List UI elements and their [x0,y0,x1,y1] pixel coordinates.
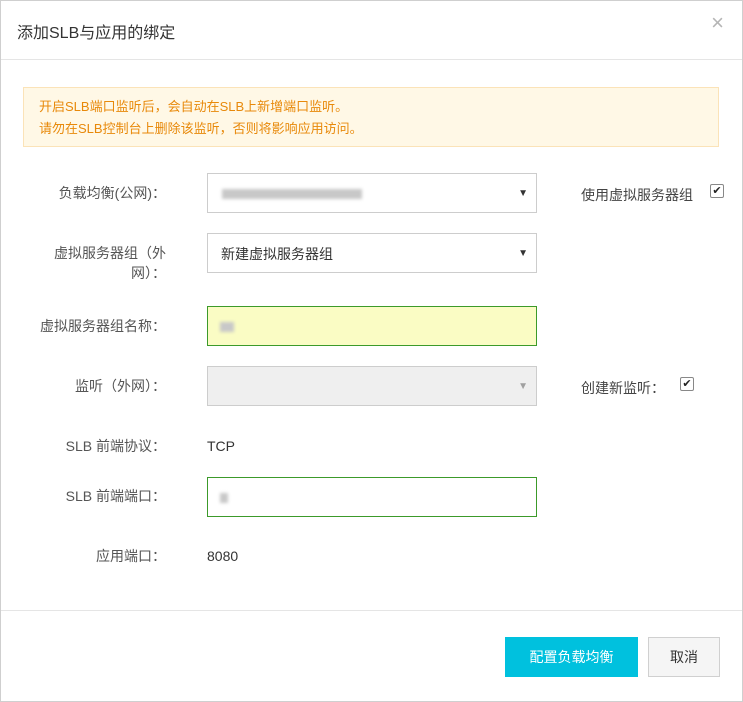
caret-down-icon: ▼ [518,381,528,392]
vsg-select[interactable]: 新建虚拟服务器组 ▼ [207,233,537,273]
create-listener-checkbox[interactable]: ✔ [680,377,694,391]
notice-line-2: 请勿在SLB控制台上删除该监听，否则将影响应用访问。 [39,121,363,136]
dialog-footer [1,610,742,611]
cancel-button[interactable]: 取消 [648,637,720,677]
dialog-header: 添加SLB与应用的绑定 × [1,1,742,60]
app-port-label: 应用端口： [96,548,166,564]
configure-slb-button[interactable]: 配置负载均衡 [505,637,638,677]
vsg-label-line-1: 虚拟服务器组（外 [54,245,166,261]
front-port-label: SLB 前端端口： [65,488,166,504]
listener-label: 监听（外网）： [75,378,166,394]
front-port-input[interactable] [207,477,537,517]
warning-notice: 开启SLB端口监听后，会自动在SLB上新增端口监听。 请勿在SLB控制台上删除该… [23,87,719,147]
vsg-name-value-obscured [220,322,234,332]
notice-line-1: 开启SLB端口监听后，会自动在SLB上新增端口监听。 [39,99,349,114]
vsg-select-value: 新建虚拟服务器组 [221,246,333,262]
dialog: 添加SLB与应用的绑定 × 开启SLB端口监听后，会自动在SLB上新增端口监听。… [0,0,743,702]
vsg-label: 虚拟服务器组（外 网）： [54,243,166,283]
vsg-label-line-2: 网）： [131,265,166,281]
listener-select[interactable]: ▼ [207,366,537,406]
protocol-value: TCP [207,438,235,454]
vsg-name-input[interactable] [207,306,537,346]
dialog-title: 添加SLB与应用的绑定 [17,25,176,42]
caret-down-icon: ▼ [518,248,528,259]
caret-down-icon: ▼ [518,188,528,199]
close-icon[interactable]: × [711,11,724,35]
use-vsg-label: 使用虚拟服务器组 [581,187,693,203]
front-port-value-obscured [220,493,228,503]
slb-value-obscured [222,189,362,199]
vsg-name-label: 虚拟服务器组名称： [40,318,166,334]
app-port-value: 8080 [207,548,239,564]
checkmark-icon: ✔ [712,185,722,197]
use-vsg-checkbox[interactable]: ✔ [710,184,724,198]
slb-label: 负载均衡(公网)： [58,185,166,201]
create-listener-label: 创建新监听： [581,380,665,396]
checkmark-icon: ✔ [682,378,692,390]
slb-select[interactable]: ▼ [207,173,537,213]
protocol-label: SLB 前端协议： [65,438,166,454]
